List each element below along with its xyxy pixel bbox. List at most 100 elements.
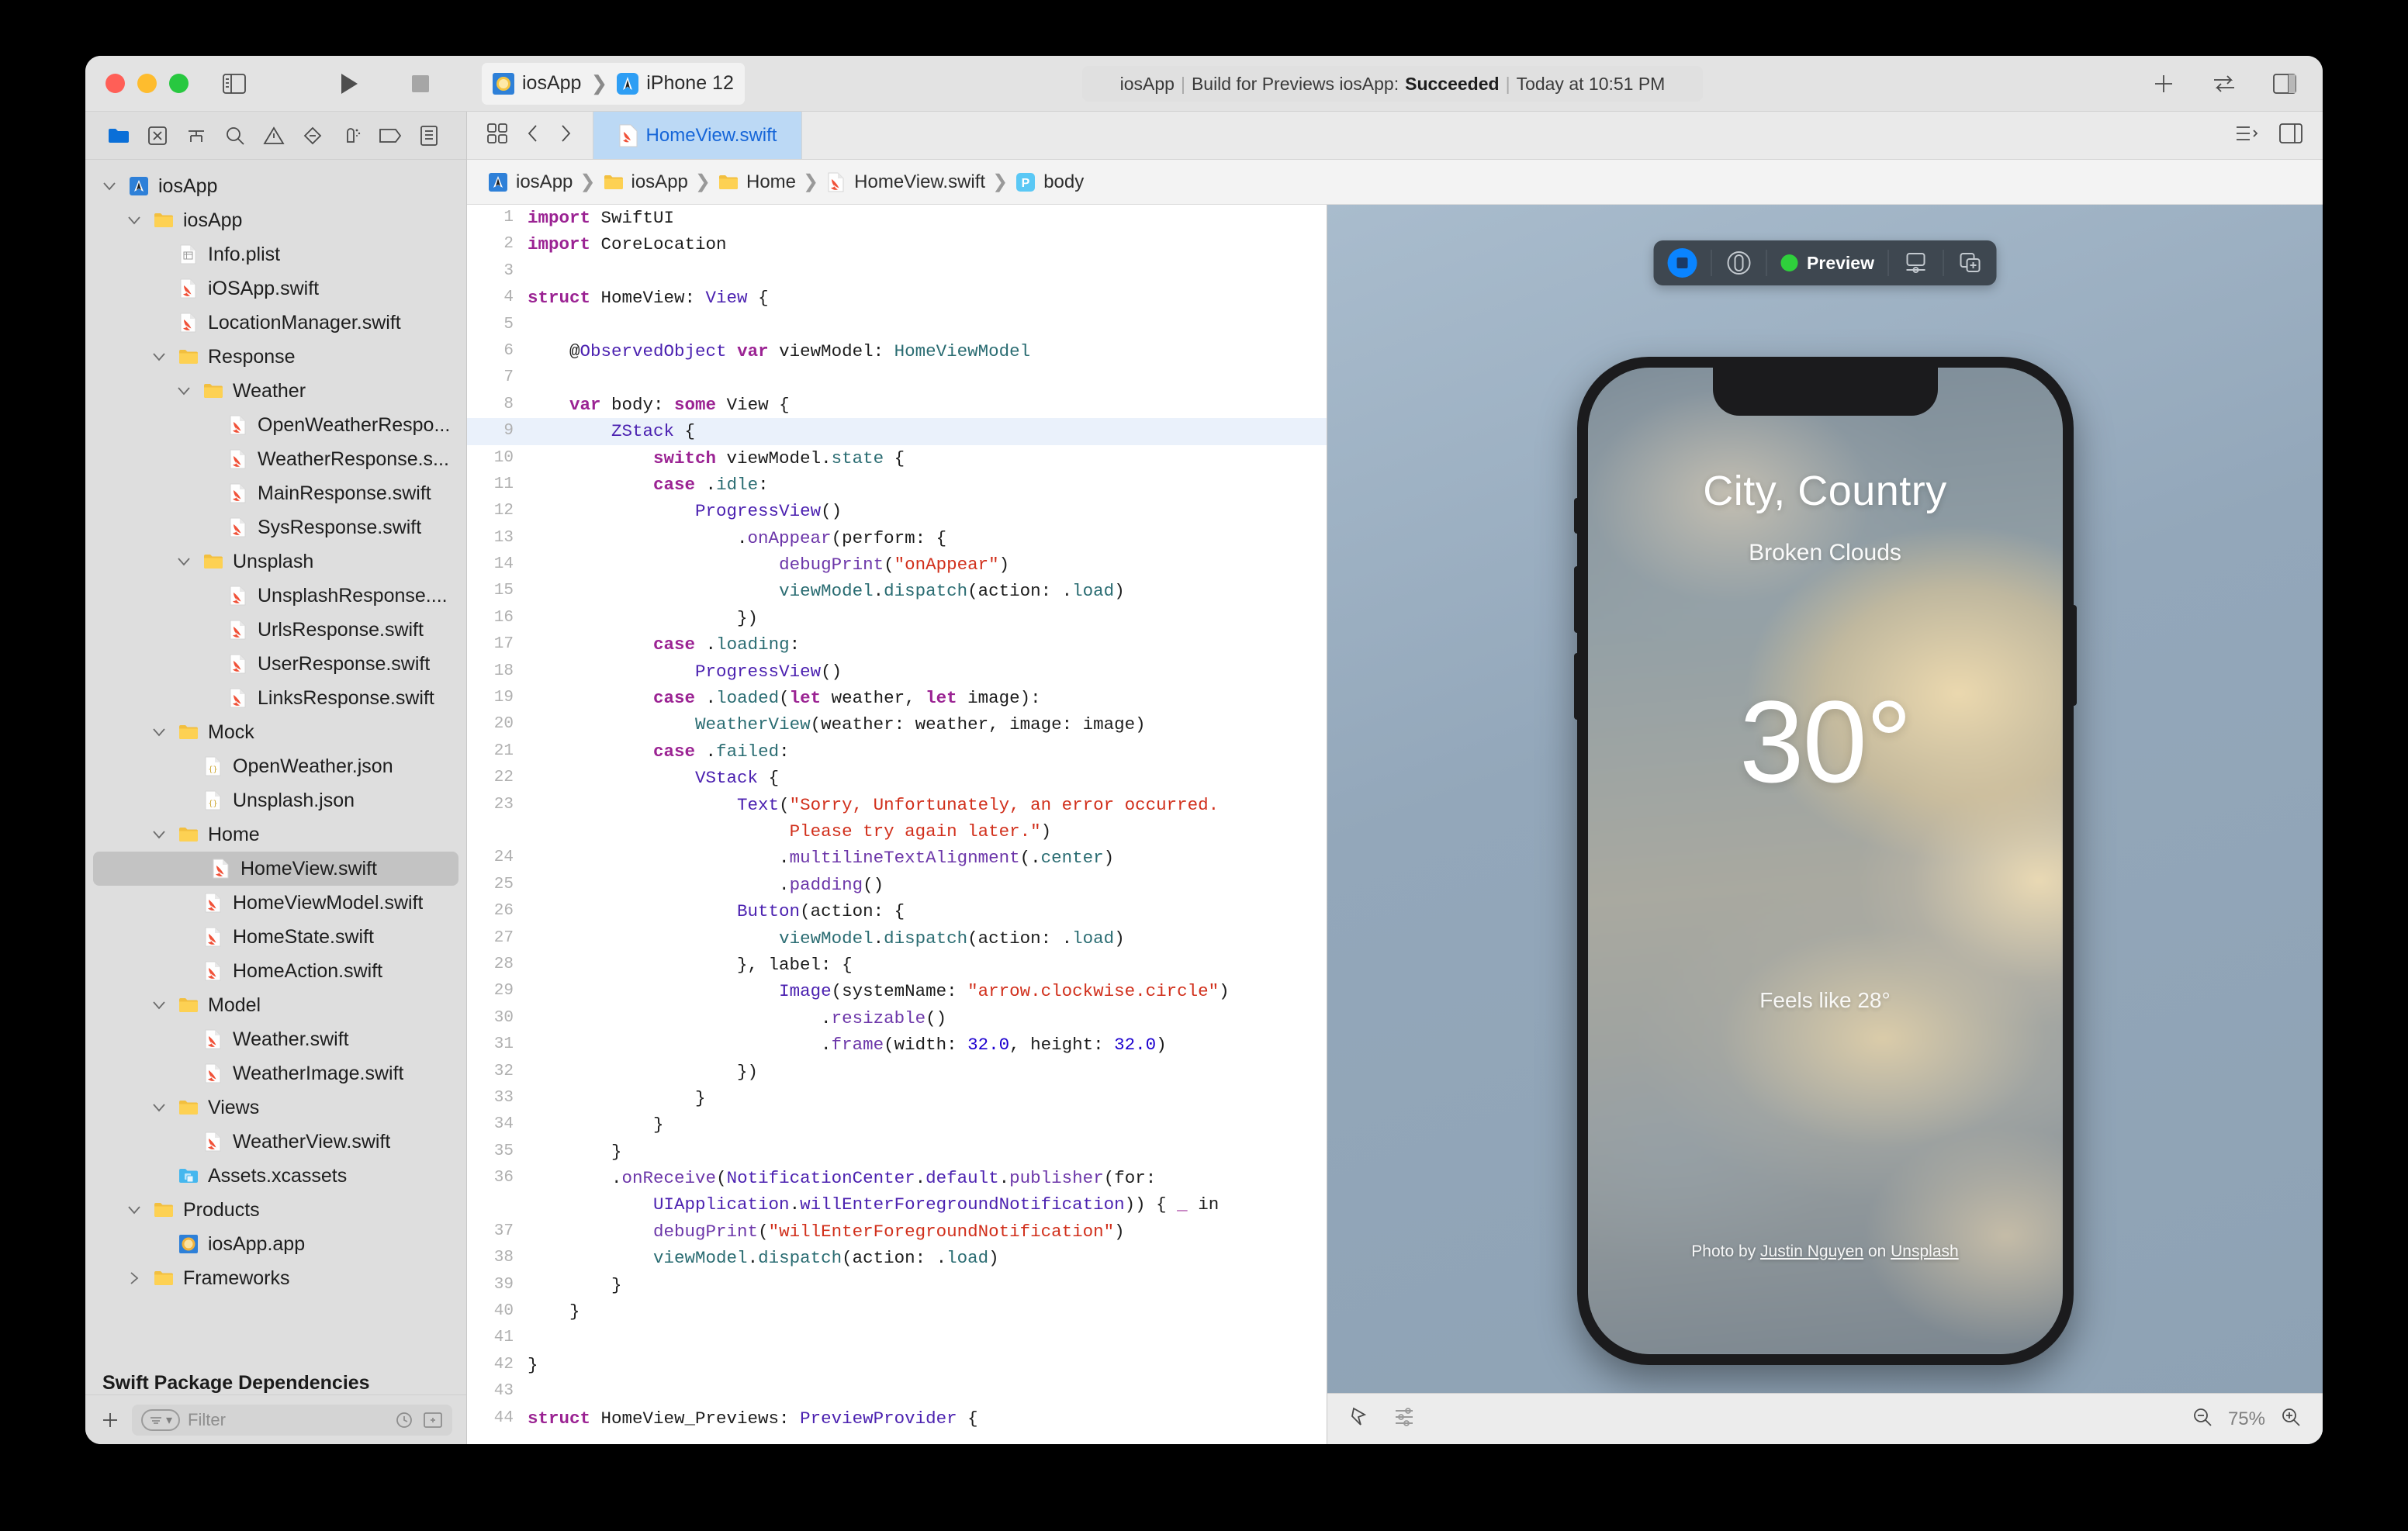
navigator-row[interactable]: Home (85, 817, 466, 852)
toggle-canvas-icon[interactable] (2279, 123, 2302, 147)
code-line[interactable]: 1import SwiftUI (467, 205, 1327, 231)
breadcrumb-item[interactable]: iosApp (603, 171, 688, 193)
code-line[interactable]: 37 debugPrint("willEnterForegroundNotifi… (467, 1218, 1327, 1245)
navigator-row[interactable]: UnsplashResponse.... (85, 579, 466, 613)
pin-preview-icon[interactable] (1348, 1405, 1371, 1433)
navigator-row[interactable]: HomeViewModel.swift (85, 886, 466, 920)
code-line[interactable]: 29 Image(systemName: "arrow.clockwise.ci… (467, 978, 1327, 1004)
chevron-down-icon[interactable] (149, 999, 169, 1011)
toggle-navigator-icon[interactable] (216, 66, 252, 102)
code-line[interactable]: 40 } (467, 1298, 1327, 1325)
code-line[interactable]: 14 debugPrint("onAppear") (467, 551, 1327, 578)
credit-source-link[interactable]: Unsplash (1891, 1242, 1959, 1260)
minimize-button[interactable] (137, 74, 157, 93)
navigator-row[interactable]: OpenWeatherRespo... (85, 408, 466, 442)
duplicate-preview-icon[interactable] (1944, 240, 1997, 285)
navigate-back-icon[interactable] (524, 123, 541, 148)
navigator-row[interactable]: Products (85, 1193, 466, 1227)
chevron-down-icon[interactable] (149, 351, 169, 363)
navigator-row[interactable]: Unsplash (85, 544, 466, 579)
navigator-row[interactable]: LocationManager.swift (85, 306, 466, 340)
code-line[interactable]: 17 case .loading: (467, 631, 1327, 658)
toggle-inspector-icon[interactable] (2267, 66, 2302, 102)
code-line[interactable]: 16 }) (467, 605, 1327, 631)
test-navigator-icon[interactable] (295, 118, 330, 154)
report-navigator-icon[interactable] (411, 118, 447, 154)
editor-options-icon[interactable] (2234, 123, 2259, 147)
filter-scope-icon[interactable]: ▾ (141, 1409, 180, 1431)
code-line[interactable]: 39 } (467, 1272, 1327, 1298)
code-line[interactable]: 3 (467, 258, 1327, 285)
navigator-row[interactable]: iosApp (85, 203, 466, 237)
preview-stop-button[interactable] (1653, 240, 1711, 285)
navigator-row[interactable]: WeatherView.swift (85, 1125, 466, 1159)
code-line[interactable]: 41 (467, 1325, 1327, 1351)
preview-device-frame[interactable]: City, Country Broken Clouds 30° Feels li… (1577, 357, 2074, 1365)
source-control-icon[interactable] (140, 118, 175, 154)
filter-input[interactable]: ▾ Filter (132, 1405, 452, 1436)
breakpoint-navigator-icon[interactable] (372, 118, 408, 154)
code-line[interactable]: 32 }) (467, 1059, 1327, 1085)
chevron-down-icon[interactable] (174, 385, 194, 397)
add-editor-icon[interactable] (2146, 66, 2181, 102)
code-line[interactable]: 8 var body: some View { (467, 392, 1327, 418)
code-line[interactable]: Please try again later.") (467, 818, 1327, 845)
navigator-row[interactable]: Weather (85, 374, 466, 408)
symbol-navigator-icon[interactable] (178, 118, 214, 154)
navigate-forward-icon[interactable] (557, 123, 574, 148)
preview-device-icon[interactable] (1711, 240, 1766, 285)
chevron-down-icon[interactable] (174, 555, 194, 568)
navigator-row[interactable]: Model (85, 988, 466, 1022)
navigator-file-tree[interactable]: iosAppiosAppInfo.plistiOSApp.swiftLocati… (85, 160, 466, 1361)
add-file-icon[interactable] (99, 1409, 121, 1431)
zoom-button[interactable] (169, 74, 189, 93)
breadcrumb-item[interactable]: iosApp (487, 171, 573, 193)
debug-navigator-icon[interactable] (334, 118, 369, 154)
navigator-row[interactable]: WeatherResponse.s... (85, 442, 466, 476)
code-line[interactable]: 12 ProgressView() (467, 498, 1327, 524)
code-line[interactable]: 13 .onAppear(perform: { (467, 525, 1327, 551)
code-line[interactable]: 34 } (467, 1111, 1327, 1138)
code-line[interactable]: 30 .resizable() (467, 1005, 1327, 1032)
code-line[interactable]: 43 (467, 1378, 1327, 1405)
source-code-editor[interactable]: 1import SwiftUI2import CoreLocation34str… (467, 205, 1327, 1444)
navigator-row[interactable]: Frameworks (85, 1261, 466, 1295)
code-line[interactable]: 7 (467, 365, 1327, 391)
code-line[interactable]: 20 WeatherView(weather: weather, image: … (467, 711, 1327, 738)
code-line[interactable]: 33 } (467, 1085, 1327, 1111)
editor-tab-homeview[interactable]: HomeView.swift (593, 112, 802, 159)
chevron-down-icon[interactable] (149, 1101, 169, 1114)
navigator-row[interactable]: iosApp (85, 169, 466, 203)
chevron-down-icon[interactable] (124, 1204, 144, 1216)
code-line[interactable]: 35 } (467, 1139, 1327, 1165)
code-line[interactable]: 38 viewModel.dispatch(action: .load) (467, 1245, 1327, 1271)
folder-icon[interactable] (101, 118, 137, 154)
code-review-icon[interactable] (2206, 66, 2242, 102)
navigator-row[interactable]: LinksResponse.swift (85, 681, 466, 715)
navigator-row[interactable]: UserResponse.swift (85, 647, 466, 681)
scheme-selector[interactable]: iosApp ❯ iPhone 12 (482, 63, 745, 105)
code-line[interactable]: 26 Button(action: { (467, 898, 1327, 924)
navigator-row[interactable]: WeatherImage.swift (85, 1056, 466, 1090)
code-line[interactable]: 5 (467, 312, 1327, 338)
close-button[interactable] (106, 74, 125, 93)
breadcrumb-item[interactable]: HomeView.swift (825, 171, 985, 193)
credit-author-link[interactable]: Justin Nguyen (1760, 1242, 1863, 1260)
code-line[interactable]: 44struct HomeView_Previews: PreviewProvi… (467, 1405, 1327, 1432)
related-items-icon[interactable] (486, 122, 509, 149)
recent-files-icon[interactable] (395, 1411, 413, 1429)
code-line[interactable]: 4struct HomeView: View { (467, 285, 1327, 311)
code-line[interactable]: 31 .frame(width: 32.0, height: 32.0) (467, 1032, 1327, 1058)
code-line[interactable]: 27 viewModel.dispatch(action: .load) (467, 925, 1327, 952)
chevron-right-icon[interactable] (124, 1270, 144, 1286)
code-line[interactable]: 25 .padding() (467, 872, 1327, 898)
navigator-row[interactable]: HomeState.swift (85, 920, 466, 954)
navigator-row[interactable]: iOSApp.swift (85, 271, 466, 306)
code-line[interactable]: 15 viewModel.dispatch(action: .load) (467, 578, 1327, 604)
navigator-row[interactable]: Weather.swift (85, 1022, 466, 1056)
code-line[interactable]: 21 case .failed: (467, 738, 1327, 765)
code-line[interactable]: 42} (467, 1352, 1327, 1378)
navigator-row[interactable]: Info.plist (85, 237, 466, 271)
navigator-row[interactable]: Assets.xcassets (85, 1159, 466, 1193)
navigator-row[interactable]: SysResponse.swift (85, 510, 466, 544)
